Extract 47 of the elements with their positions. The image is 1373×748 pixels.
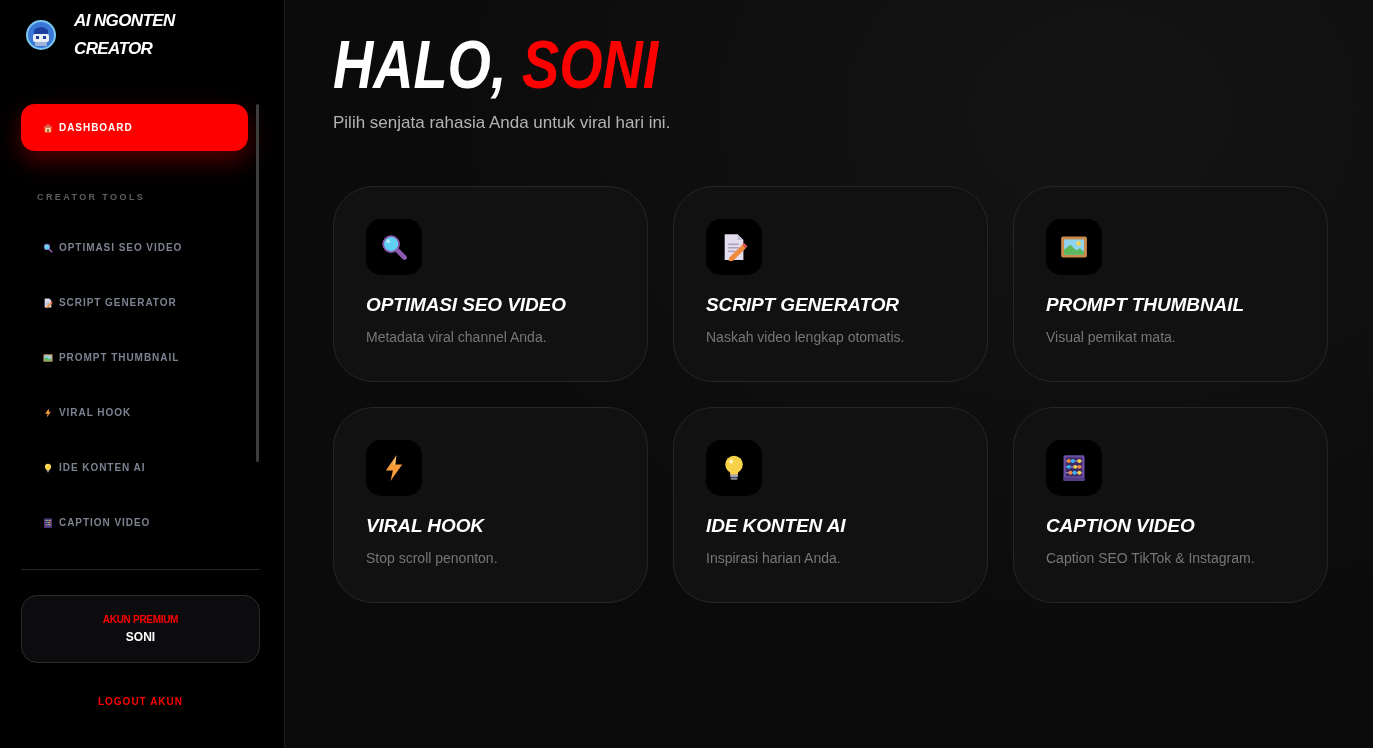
document-pencil-icon: [706, 219, 762, 275]
card-description: Metadata viral channel Anda.: [366, 328, 547, 347]
abacus-icon: [43, 517, 53, 528]
document-pencil-icon: [43, 297, 53, 308]
nav-item[interactable]: SCRIPT GENERATOR: [21, 275, 248, 330]
card-title: SCRIPT GENERATOR: [706, 293, 900, 317]
magnifier-icon: [43, 242, 53, 253]
magnifier-icon: [366, 219, 422, 275]
nav-item[interactable]: DASHBOARD: [21, 104, 248, 151]
logout-button[interactable]: LOGOUT AKUN: [21, 696, 260, 708]
card-title: OPTIMASI SEO VIDEO: [366, 293, 567, 317]
nav-item[interactable]: IDE KONTEN AI: [21, 440, 248, 495]
tool-card[interactable]: IDE KONTEN AI Inspirasi harian Anda.: [673, 407, 988, 603]
scrollbar-thumb[interactable]: [256, 104, 259, 462]
card-title: IDE KONTEN AI: [706, 514, 847, 538]
tool-card[interactable]: CAPTION VIDEO Caption SEO TikTok & Instagram.: [1013, 407, 1328, 603]
lightning-icon: [43, 407, 53, 418]
card-description: Caption SEO TikTok & Instagram.: [1046, 549, 1255, 568]
framed-picture-icon: [43, 352, 53, 363]
house-icon: [43, 122, 53, 133]
card-description: Naskah video lengkap otomatis.: [706, 328, 905, 347]
lightbulb-icon: [43, 462, 53, 473]
card-title: PROMPT THUMBNAIL: [1046, 293, 1245, 317]
abacus-icon: [1046, 440, 1102, 496]
tool-card[interactable]: PROMPT THUMBNAIL Visual pemikat mata.: [1013, 186, 1328, 382]
tool-card[interactable]: OPTIMASI SEO VIDEO Metadata viral channel Anda.: [333, 186, 648, 382]
account-plan-label: AKUN PREMIUM: [102, 614, 179, 626]
card-description: Inspirasi harian Anda.: [706, 549, 841, 568]
tool-card[interactable]: VIRAL HOOK Stop scroll penonton.: [333, 407, 648, 603]
nav-item[interactable]: CAPTION VIDEO: [21, 495, 248, 550]
robot-logo-icon: [26, 20, 56, 50]
card-description: Stop scroll penonton.: [366, 549, 498, 568]
card-title: CAPTION VIDEO: [1046, 514, 1196, 538]
nav-item[interactable]: VIRAL HOOK: [21, 385, 248, 440]
greeting-heading: HALO, SONI: [333, 31, 660, 97]
section-heading: CREATOR TOOLS: [36, 191, 147, 204]
lightbulb-icon: [706, 440, 762, 496]
lightning-icon: [366, 440, 422, 496]
subtitle: Pilih senjata rahasia Anda untuk viral hari ini.: [333, 112, 671, 134]
card-description: Visual pemikat mata.: [1046, 328, 1176, 347]
tool-card[interactable]: SCRIPT GENERATOR Naskah video lengkap otomatis.: [673, 186, 988, 382]
brand-title: AI NGONTEN CREATOR: [74, 10, 177, 60]
nav-item[interactable]: PROMPT THUMBNAIL: [21, 330, 248, 385]
framed-picture-icon: [1046, 219, 1102, 275]
account-username: SONI: [125, 630, 156, 644]
card-title: VIRAL HOOK: [366, 514, 486, 538]
nav-item[interactable]: OPTIMASI SEO VIDEO: [21, 220, 248, 275]
